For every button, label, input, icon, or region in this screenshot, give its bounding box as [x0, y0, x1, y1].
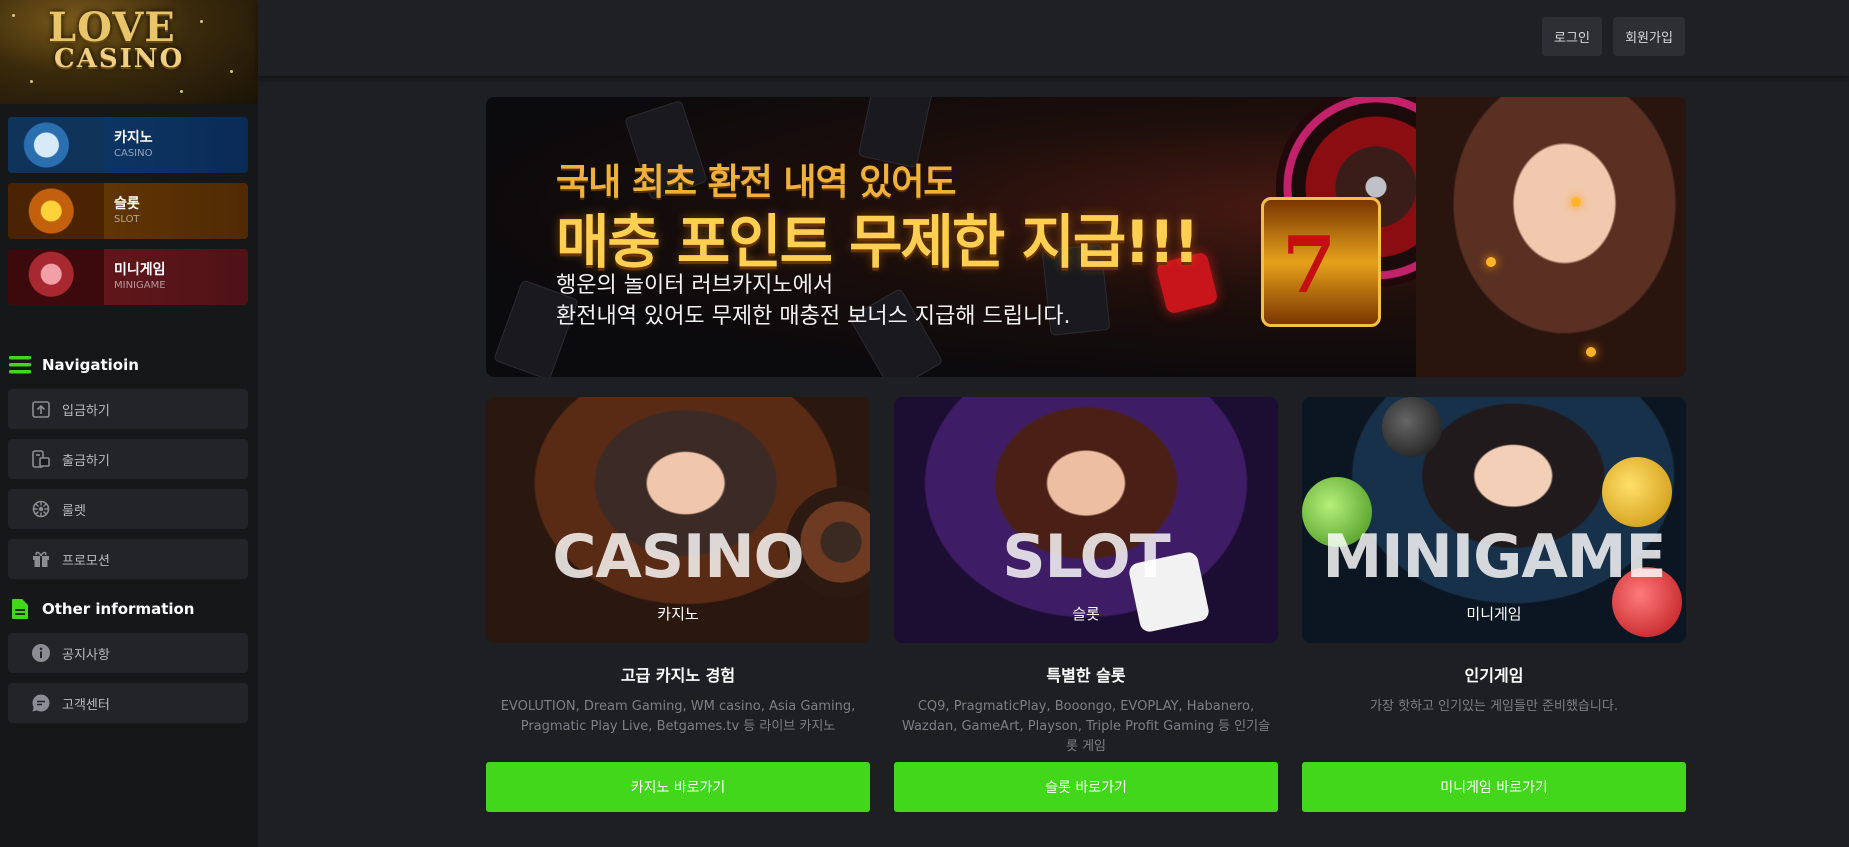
logo-line-1: LOVE — [48, 4, 176, 51]
card-title: 인기게임 — [1464, 666, 1524, 685]
deposit-icon — [30, 398, 52, 420]
banner-subtext-line-2: 환전내역 있어도 무제한 매충전 보너스 지급해 드립니다. — [556, 304, 1071, 329]
sidebar-item-label: 공지사항 — [62, 647, 110, 663]
category-label: 슬롯 — [114, 196, 140, 212]
card-small-title: 미니게임 — [1466, 605, 1522, 623]
category-label: 미니게임 — [114, 262, 166, 278]
sidebar-item-label: 출금하기 — [62, 453, 110, 469]
minigame-card-image[interactable]: MINIGAME 미니게임 — [1302, 397, 1686, 643]
slot-go-button[interactable]: 슬롯 바로가기 — [894, 762, 1278, 812]
sidebar-category-minigame[interactable]: 미니게임 MINIGAME — [8, 249, 248, 305]
document-icon — [8, 597, 32, 621]
roulette-icon — [30, 498, 52, 520]
sidebar-category-slot[interactable]: 슬롯 SLOT — [8, 183, 248, 239]
top-header: 로그인 회원가입 — [258, 0, 1849, 76]
banner-model-image — [1416, 97, 1686, 377]
card-title: 특별한 슬롯 — [1046, 666, 1126, 685]
slot-card-image[interactable]: SLOT 슬롯 — [894, 397, 1278, 643]
slot-seven-image: 7 — [1261, 197, 1381, 327]
chat-icon — [30, 692, 52, 714]
category-sublabel: SLOT — [114, 214, 140, 225]
minigame-go-button[interactable]: 미니게임 바로가기 — [1302, 762, 1686, 812]
sidebar-item-label: 고객센터 — [62, 697, 110, 713]
withdraw-icon — [30, 448, 52, 470]
card-big-title: MINIGAME — [1322, 522, 1667, 592]
casino-go-button[interactable]: 카지노 바로가기 — [486, 762, 870, 812]
card-description: CQ9, PragmaticPlay, Booongo, EVOPLAY, Ha… — [901, 699, 1271, 754]
other-info-title-text: Other information — [42, 600, 195, 618]
banner-headline-2: 매충 포인트 무제한 지급!!! — [556, 208, 1200, 276]
login-button[interactable]: 로그인 — [1542, 17, 1602, 56]
promo-banner[interactable]: 7 국내 최초 환전 내역 있어도 매충 포인트 무제한 지급!!! 행운의 놀… — [486, 97, 1686, 377]
card-small-title: 카지노 — [657, 605, 699, 623]
card-title: 고급 카지노 경험 — [620, 666, 736, 685]
sidebar-item-roulette[interactable]: 룰렛 — [8, 489, 248, 529]
casino-thumb-icon — [8, 117, 104, 173]
sidebar: LOVE CASINO 카지노 CASINO 슬롯 SLOT 미니게임 MINI… — [0, 0, 258, 847]
category-sublabel: CASINO — [114, 148, 153, 159]
game-card-slot: SLOT 슬롯 특별한 슬롯 CQ9, PragmaticPlay, Booon… — [894, 397, 1278, 812]
sidebar-item-support[interactable]: 고객센터 — [8, 683, 248, 723]
sidebar-item-withdraw[interactable]: 출금하기 — [8, 439, 248, 479]
slot-thumb-icon — [8, 183, 104, 239]
game-card-casino: CASINO 카지노 고급 카지노 경험 EVOLUTION, Dream Ga… — [486, 397, 870, 812]
card-description: 가장 핫하고 인기있는 게임들만 준비했습니다. — [1370, 699, 1618, 714]
card-description: EVOLUTION, Dream Gaming, WM casino, Asia… — [500, 699, 856, 734]
card-big-title: CASINO — [552, 522, 804, 592]
card-big-title: SLOT — [1002, 522, 1170, 592]
sidebar-item-label: 입금하기 — [62, 403, 110, 419]
signup-button[interactable]: 회원가입 — [1613, 17, 1685, 56]
navigation-section-title: Navigatioin — [8, 353, 139, 377]
banner-subtext: 행운의 놀이터 러브카지노에서 환전내역 있어도 무제한 매충전 보너스 지급해… — [556, 270, 1070, 332]
info-icon — [30, 642, 52, 664]
sidebar-item-deposit[interactable]: 입금하기 — [8, 389, 248, 429]
category-label: 카지노 — [114, 130, 153, 146]
category-sublabel: MINIGAME — [114, 280, 166, 291]
card-small-title: 슬롯 — [1072, 605, 1100, 623]
sidebar-item-promotion[interactable]: 프로모션 — [8, 539, 248, 579]
navigation-title-text: Navigatioin — [42, 356, 139, 374]
minigame-thumb-icon — [8, 249, 104, 305]
sidebar-category-casino[interactable]: 카지노 CASINO — [8, 117, 248, 173]
logo-line-2: CASINO — [54, 44, 185, 74]
gift-icon — [30, 548, 52, 570]
other-info-section-title: Other information — [8, 597, 195, 621]
casino-card-image[interactable]: CASINO 카지노 — [486, 397, 870, 643]
logo[interactable]: LOVE CASINO — [0, 0, 258, 104]
sidebar-item-notice[interactable]: 공지사항 — [8, 633, 248, 673]
banner-subtext-line-1: 행운의 놀이터 러브카지노에서 — [556, 273, 834, 298]
menu-icon — [8, 353, 32, 377]
sidebar-item-label: 프로모션 — [62, 553, 110, 569]
sidebar-item-label: 룰렛 — [62, 503, 86, 519]
game-card-minigame: MINIGAME 미니게임 인기게임 가장 핫하고 인기있는 게임들만 준비했습… — [1302, 397, 1686, 812]
